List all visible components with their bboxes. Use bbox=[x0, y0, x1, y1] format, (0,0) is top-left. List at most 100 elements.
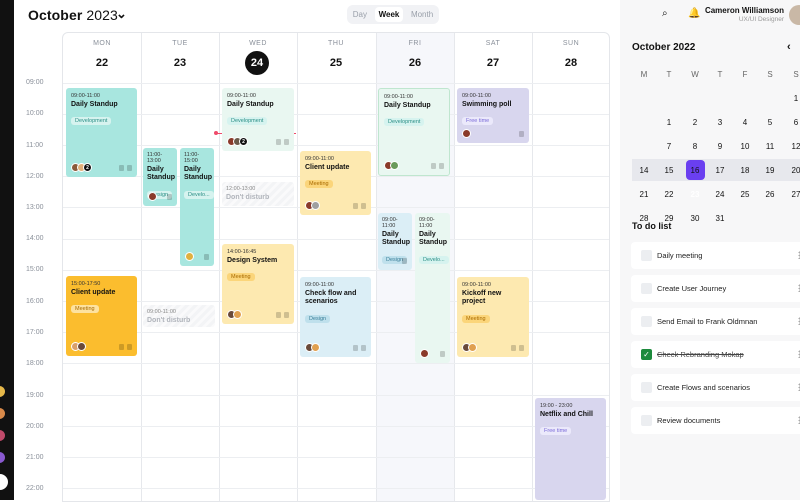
checkbox[interactable] bbox=[641, 316, 652, 327]
event-icons bbox=[511, 345, 524, 351]
time-label: 15:00 bbox=[26, 266, 44, 273]
mini-day[interactable]: 8 bbox=[683, 142, 707, 151]
event-card[interactable]: 09:00-11:00 Swimming poll Free time bbox=[457, 88, 529, 143]
todo-item[interactable]: Create Flows and scenarios bbox=[631, 374, 800, 401]
time-label: 12:00 bbox=[26, 173, 44, 180]
event-card[interactable]: 09:00-11:00 Kickoff new project Meeting bbox=[457, 277, 529, 357]
event-card[interactable]: 15:00-17:50 Client update Meeting bbox=[66, 276, 137, 356]
event-card[interactable]: 11:00-13:00 Daily Standup Design bbox=[143, 148, 177, 206]
mini-day[interactable]: 21 bbox=[632, 190, 656, 199]
mini-day[interactable]: 9 bbox=[708, 142, 732, 151]
time-label: 19:00 bbox=[26, 392, 44, 399]
day-number[interactable]: 23 bbox=[141, 57, 219, 69]
event-card[interactable]: 12:00-13:00 Don't disturb bbox=[222, 182, 294, 206]
todo-item[interactable]: Create User Journey bbox=[631, 275, 800, 302]
checkbox[interactable] bbox=[641, 382, 652, 393]
mini-day[interactable]: 5 bbox=[758, 118, 782, 127]
mini-day[interactable]: 2 bbox=[683, 118, 707, 127]
mini-day[interactable]: 6 bbox=[784, 118, 800, 127]
event-card[interactable]: 19:00 - 23:00 Netflix and Chill Free tim… bbox=[535, 398, 606, 500]
tab-week[interactable]: Week bbox=[374, 7, 404, 22]
mini-day[interactable]: 12 bbox=[784, 142, 800, 151]
day-number[interactable]: 26 bbox=[376, 57, 454, 69]
month-title[interactable]: October 2023 bbox=[28, 7, 118, 23]
mini-day[interactable]: 14 bbox=[632, 166, 656, 175]
todo-item[interactable]: ✓ Check Rebranding Mokap bbox=[631, 341, 800, 368]
event-card[interactable]: 09:00-11:00 Check flow and scenarios Des… bbox=[300, 277, 371, 357]
event-card[interactable]: 09:00-11:00 Daily Standup Development 2 bbox=[222, 88, 294, 151]
event-tag: Design bbox=[305, 314, 331, 323]
tab-day[interactable]: Day bbox=[349, 7, 371, 22]
event-title: Netflix and Chill bbox=[540, 411, 593, 418]
mini-day[interactable]: 4 bbox=[733, 118, 757, 127]
mini-day[interactable]: 18 bbox=[733, 166, 757, 175]
mini-day[interactable]: 19 bbox=[758, 166, 782, 175]
event-card[interactable]: 09:00-11:00 Daily Standup Development bbox=[378, 88, 450, 176]
time-label: 18:00 bbox=[26, 360, 44, 367]
app-dot-icon[interactable] bbox=[0, 474, 8, 490]
event-card[interactable]: 09:00-11:00 Daily Standup Design bbox=[378, 213, 412, 270]
time-label: 10:00 bbox=[26, 110, 44, 117]
day-name: SAT bbox=[485, 40, 501, 47]
day-number[interactable]: 28 bbox=[532, 57, 609, 69]
app-dot-icon[interactable] bbox=[0, 430, 5, 441]
day-name: WED bbox=[249, 40, 267, 47]
day-number[interactable]: 22 bbox=[63, 57, 141, 69]
event-time: 09:00-11:00 bbox=[147, 309, 176, 315]
mini-day[interactable]: 7 bbox=[657, 142, 681, 151]
mini-day[interactable]: 3 bbox=[708, 118, 732, 127]
mini-day[interactable]: 22 bbox=[657, 190, 681, 199]
tab-month[interactable]: Month bbox=[407, 7, 437, 22]
video-icon bbox=[361, 203, 366, 209]
doc-icon bbox=[119, 344, 124, 350]
mini-day[interactable]: 1 bbox=[657, 118, 681, 127]
attendees bbox=[185, 252, 194, 261]
event-card[interactable]: 09:00-11:00 Don't disturb bbox=[143, 305, 215, 327]
attendees bbox=[305, 201, 320, 210]
mini-day[interactable]: 10 bbox=[733, 142, 757, 151]
event-tag: Development bbox=[71, 117, 112, 126]
day-number[interactable]: 27 bbox=[454, 57, 532, 69]
mini-day[interactable]: 11 bbox=[758, 142, 782, 151]
mini-day[interactable]: 30 bbox=[683, 214, 707, 223]
event-icons bbox=[204, 254, 209, 260]
today-day-number[interactable]: 24 bbox=[245, 51, 269, 75]
mini-day[interactable]: 20 bbox=[784, 166, 800, 175]
mini-day[interactable]: 25 bbox=[733, 190, 757, 199]
event-card[interactable]: 11:00-15:00 Daily Standup Develo... bbox=[180, 148, 214, 266]
mini-day[interactable]: 26 bbox=[758, 190, 782, 199]
user-name[interactable]: Cameron Williamson bbox=[660, 6, 784, 15]
event-time: 09:00-11:00 bbox=[462, 282, 491, 288]
chevron-left-icon[interactable]: ‹ bbox=[787, 41, 791, 53]
checkbox[interactable] bbox=[641, 415, 652, 426]
mini-day[interactable]: 27 bbox=[784, 190, 800, 199]
event-card[interactable]: 09:00-11:00 Daily Standup Development 2 bbox=[66, 88, 137, 177]
todo-item[interactable]: Review documents bbox=[631, 407, 800, 434]
mini-day[interactable]: 1 bbox=[784, 94, 800, 103]
checkbox[interactable] bbox=[641, 250, 652, 261]
checkbox[interactable] bbox=[641, 283, 652, 294]
event-card[interactable]: 09:00-11:00 Daily Standup Develo... bbox=[415, 213, 450, 363]
time-label: 13:00 bbox=[26, 204, 44, 211]
mini-day-selected[interactable]: 23 bbox=[683, 190, 707, 199]
event-title: Check flow and scenarios bbox=[305, 290, 357, 306]
mini-day[interactable]: 24 bbox=[708, 190, 732, 199]
app-dot-icon[interactable] bbox=[0, 408, 5, 419]
todo-item[interactable]: Send Email to Frank Oldmnan bbox=[631, 308, 800, 335]
doc-icon bbox=[276, 139, 281, 145]
app-dot-icon[interactable] bbox=[0, 386, 5, 397]
check-icon[interactable]: ✓ bbox=[641, 349, 652, 360]
day-name: THU bbox=[328, 40, 344, 47]
mini-day[interactable]: 31 bbox=[708, 214, 732, 223]
mini-day[interactable]: 16 bbox=[683, 166, 707, 175]
event-tag: Meeting bbox=[227, 273, 255, 282]
event-card[interactable]: 14:00-16:45 Design System Meeting bbox=[222, 244, 294, 324]
event-card[interactable]: 09:00-11:00 Client update Meeting bbox=[300, 151, 371, 215]
app-dot-icon[interactable] bbox=[0, 452, 5, 463]
mini-day[interactable]: 17 bbox=[708, 166, 732, 175]
todo-item[interactable]: Daily meeting bbox=[631, 242, 800, 269]
event-title: Kickoff new project bbox=[462, 290, 502, 306]
mini-day[interactable]: 15 bbox=[657, 166, 681, 175]
day-number[interactable]: 25 bbox=[297, 57, 375, 69]
chevron-down-icon[interactable]: ⌄ bbox=[116, 6, 127, 22]
